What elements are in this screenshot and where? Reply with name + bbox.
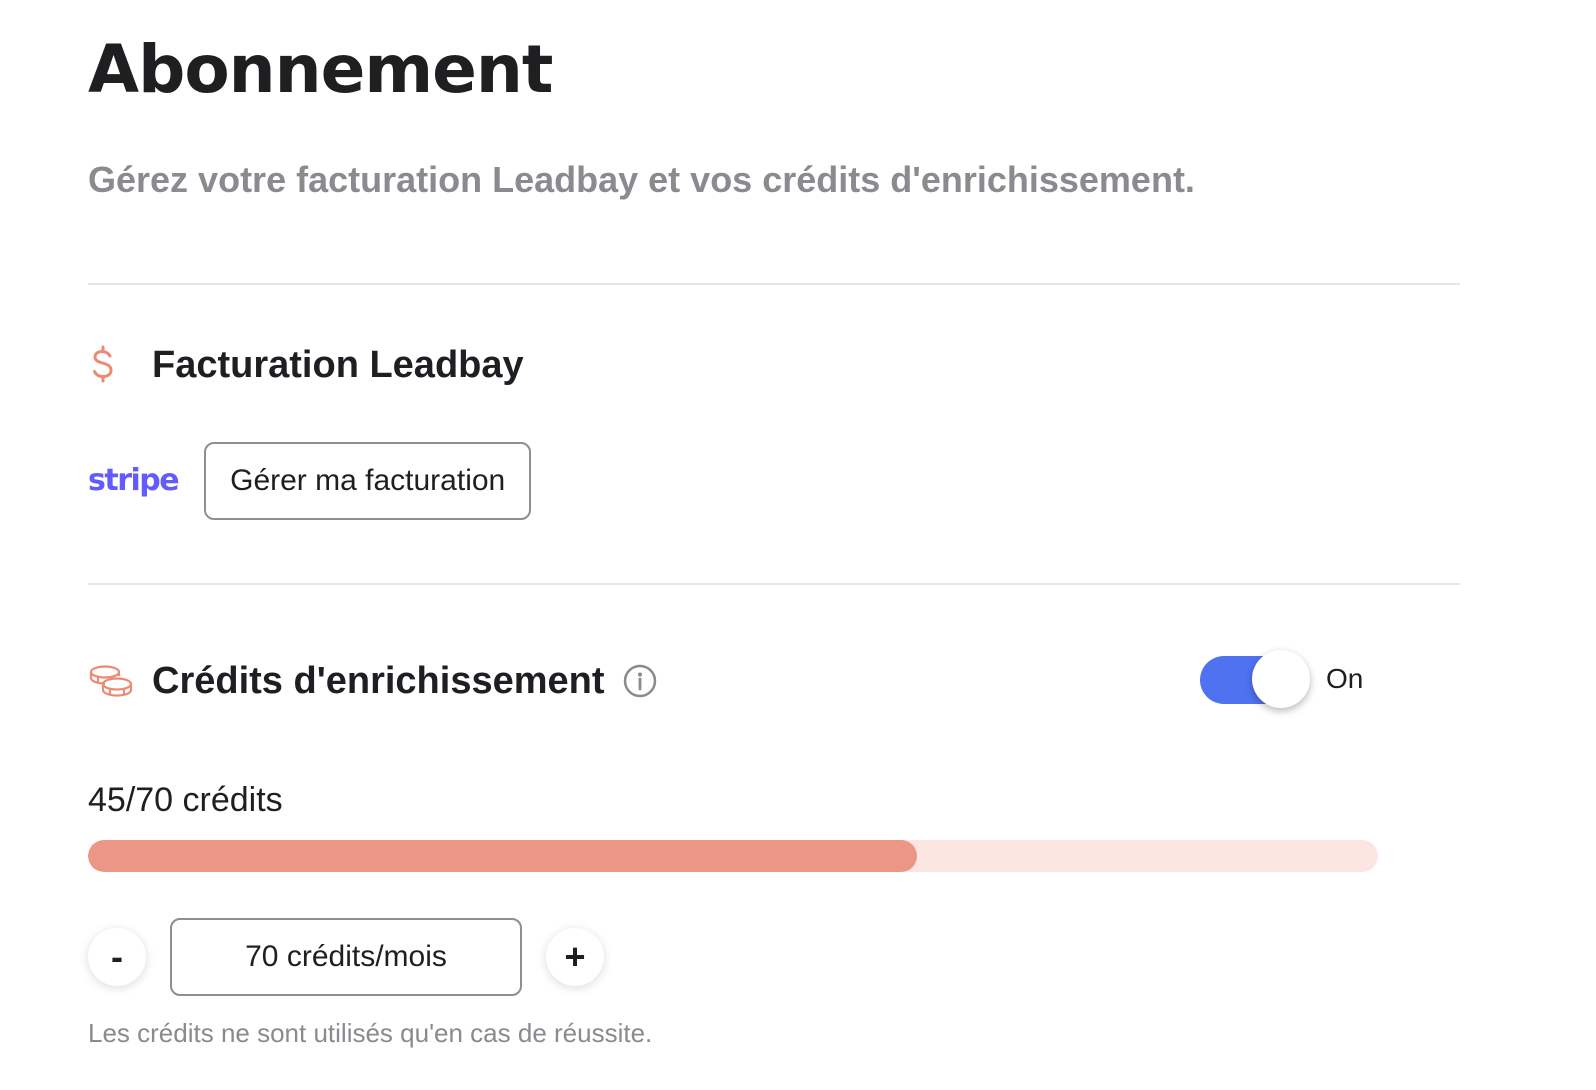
- subscription-page: Abonnement Gérez votre facturation Leadb…: [0, 0, 1596, 1090]
- decrement-button[interactable]: -: [88, 928, 146, 986]
- billing-actions: stripe Gérer ma facturation: [88, 442, 532, 520]
- divider: [88, 283, 1460, 285]
- credits-section-title: Crédits d'enrichissement: [152, 660, 605, 702]
- credits-toggle-group: On: [1200, 650, 1363, 708]
- toggle-label: On: [1326, 663, 1364, 694]
- page-title: Abonnement: [88, 31, 553, 108]
- credits-stepper: - 70 crédits/mois +: [88, 918, 604, 996]
- billing-section-title: Facturation Leadbay: [152, 344, 524, 386]
- coins-icon: [88, 658, 134, 704]
- info-icon[interactable]: [623, 664, 657, 698]
- stripe-logo: stripe: [88, 463, 180, 498]
- divider: [88, 583, 1460, 585]
- monthly-credits-field[interactable]: 70 crédits/mois: [170, 918, 522, 996]
- progress-fill: [88, 840, 918, 872]
- increment-button[interactable]: +: [546, 928, 604, 986]
- credits-usage-text: 45/70 crédits: [88, 781, 283, 819]
- credits-progress-bar: [88, 840, 1378, 872]
- credits-toggle[interactable]: [1200, 650, 1310, 708]
- manage-billing-button[interactable]: Gérer ma facturation: [204, 442, 532, 520]
- toggle-knob: [1252, 650, 1310, 708]
- page-subtitle: Gérez votre facturation Leadbay et vos c…: [88, 159, 1195, 200]
- credits-section-header: Crédits d'enrichissement: [88, 658, 657, 704]
- dollar-icon: [88, 342, 134, 388]
- billing-section-header: Facturation Leadbay: [88, 342, 524, 388]
- credits-note: Les crédits ne sont utilisés qu'en cas d…: [88, 1018, 653, 1048]
